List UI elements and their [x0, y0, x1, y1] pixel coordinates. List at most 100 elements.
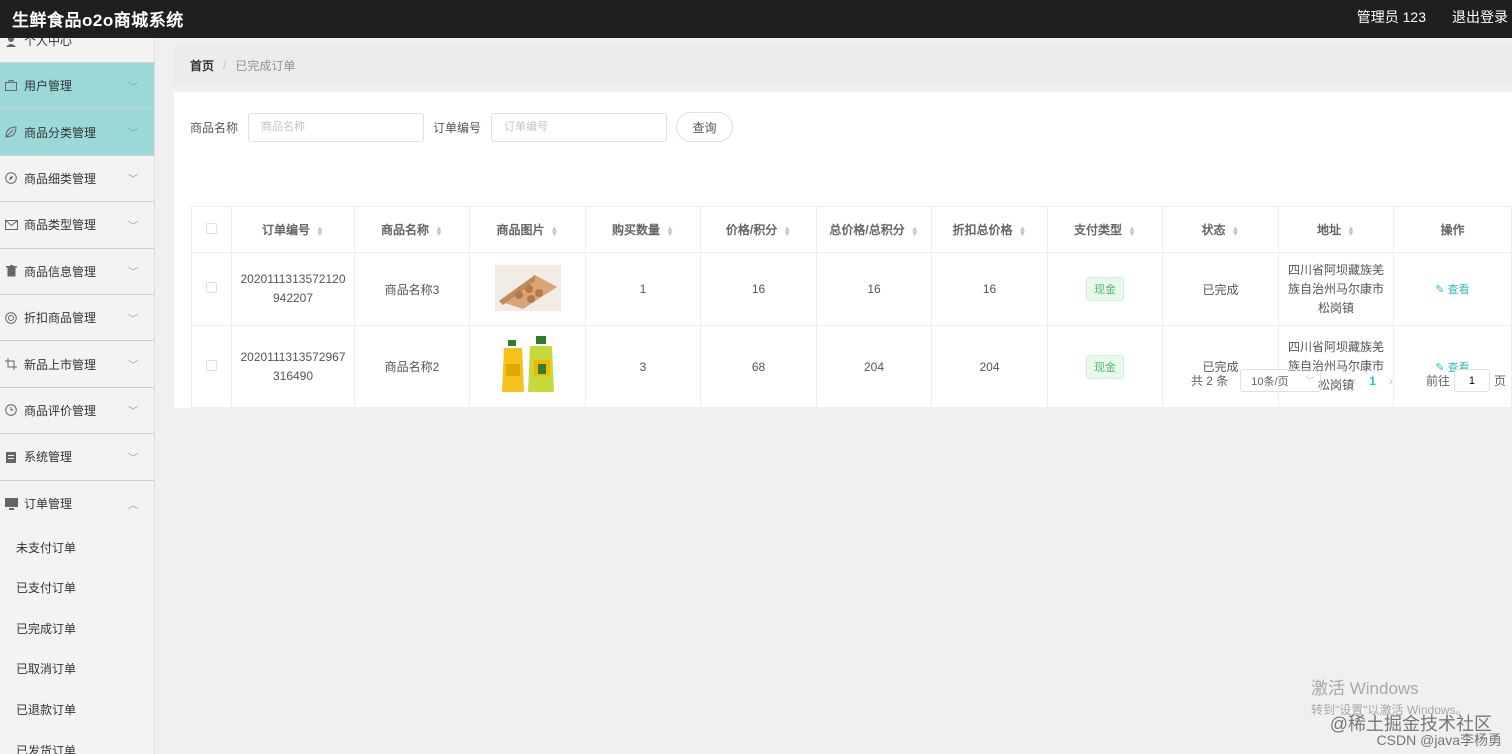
sidebar-item-category[interactable]: 商品分类管理 ﹀	[0, 109, 154, 156]
order-no-input[interactable]	[491, 112, 668, 142]
chevron-down-icon: ﹀	[128, 453, 138, 465]
page-suffix: 页	[1493, 374, 1506, 388]
select-all-cell	[191, 206, 232, 253]
crop-icon	[4, 357, 18, 371]
column-header[interactable]: 价格/积分 ▲ ▼	[700, 206, 817, 253]
egg-tray-image[interactable]	[494, 264, 561, 314]
sidebar-subitem-completed[interactable]: 已完成订单	[0, 608, 154, 649]
sidebar: 个人中心 用户管理 ﹀ 商品分类管理 ﹀ 商品细类管理 ﹀ 商品类型管理 ﹀ 商…	[0, 38, 155, 754]
logout-button[interactable]: 退出登录	[1452, 7, 1508, 27]
chevron-down-icon: ﹀	[128, 406, 138, 418]
sidebar-item-orders[interactable]: 订单管理 ︿	[0, 481, 154, 527]
breadcrumb-separator: /	[223, 58, 227, 72]
next-page-button[interactable]: ›	[1389, 374, 1393, 388]
goto-page-input[interactable]	[1453, 369, 1490, 392]
page-number[interactable]: 1	[1369, 374, 1376, 388]
target-icon	[4, 311, 18, 325]
page-size-select[interactable]: 10条/页 ﹀	[1240, 369, 1322, 392]
sidebar-item-reviews[interactable]: 商品评价管理 ﹀	[0, 388, 154, 435]
table-header-row: 订单编号 ▲ ▼ 商品名称 ▲ ▼ 商品图片 ▲ ▼ 购买数量 ▲ ▼ 价格/积分 ▲ ▼ 总价格/…	[191, 206, 1512, 253]
discount-total-cell: 16	[931, 252, 1048, 326]
chevron-down-icon: ﹀	[1305, 376, 1315, 386]
sidebar-item-label: 商品评价管理	[24, 403, 97, 418]
breadcrumb-current: 已完成订单	[235, 58, 296, 73]
cooking-oil-image[interactable]	[497, 334, 558, 399]
sort-icon: ▲ ▼	[316, 223, 324, 238]
column-header[interactable]: 订单编号 ▲ ▼	[231, 206, 355, 253]
address-cell: 四川省阿坝藏族羌族自治州马尔康市松岗镇	[1287, 262, 1384, 315]
column-header[interactable]: 折扣总价格 ▲ ▼	[931, 206, 1048, 253]
clipboard-icon	[4, 450, 18, 464]
edit-icon: ✎	[1435, 284, 1445, 296]
sidebar-item-new-arrivals[interactable]: 新品上市管理 ﹀	[0, 341, 154, 388]
column-header[interactable]: 状态 ▲ ▼	[1162, 206, 1279, 253]
order-no-cell: 2020111313572967316490	[240, 349, 346, 383]
sort-icon: ▲ ▼	[910, 223, 919, 238]
author-credit: CSDN @java李杨勇	[1376, 732, 1502, 748]
sidebar-subitem-shipped[interactable]: 已发货订单	[0, 730, 154, 754]
column-header: 操作	[1393, 206, 1512, 253]
sort-icon: ▲ ▼	[550, 223, 559, 238]
sidebar-subitem-paid[interactable]: 已支付订单	[0, 568, 154, 609]
search-form: 商品名称 订单编号 查询	[190, 112, 734, 142]
product-name-cell: 商品名称2	[354, 325, 470, 408]
chevron-down-icon: ﹀	[128, 128, 138, 140]
pay-type-cell: 现金	[1047, 252, 1163, 326]
sidebar-subitem-refunded[interactable]: 已退款订单	[0, 689, 154, 730]
compass-icon	[4, 171, 18, 185]
row-checkbox[interactable]	[206, 282, 217, 293]
breadcrumb: 首页 / 已完成订单	[174, 44, 1512, 86]
action-cell: ✎ 查看	[1393, 325, 1512, 408]
goto-label: 前往	[1425, 374, 1450, 388]
top-bar: 生鲜食品o2o商城系统 管理员 123 退出登录	[0, 0, 1512, 38]
discount-total-cell: 204	[931, 325, 1048, 408]
sidebar-item-subcategory[interactable]: 商品细类管理 ﹀	[0, 156, 154, 203]
column-header[interactable]: 总价格/总积分 ▲ ▼	[816, 206, 932, 253]
prev-page-button[interactable]: ‹	[1352, 374, 1356, 388]
leaf-icon	[4, 125, 18, 139]
quantity-cell: 3	[585, 325, 701, 408]
sort-icon: ▲ ▼	[1128, 223, 1136, 238]
column-header[interactable]: 地址 ▲ ▼	[1278, 206, 1394, 253]
sidebar-subitem-unpaid[interactable]: 未支付订单	[0, 527, 154, 568]
sidebar-item-label: 商品分类管理	[24, 125, 97, 140]
sidebar-item-label: 个人中心	[24, 38, 73, 48]
row-checkbox[interactable]	[206, 359, 217, 371]
sidebar-item-profile[interactable]: 个人中心	[0, 38, 154, 63]
sidebar-item-users[interactable]: 用户管理 ﹀	[0, 63, 154, 110]
table-row: 2020111313572120942207 商品名称3 1 16 16 16 …	[191, 252, 1512, 326]
view-button[interactable]: ✎ 查看	[1435, 284, 1469, 296]
activate-title: 激活 Windows	[1311, 679, 1419, 698]
chevron-down-icon: ﹀	[128, 221, 138, 233]
column-header[interactable]: 购买数量 ▲ ▼	[585, 206, 701, 253]
sidebar-subitem-cancelled[interactable]: 已取消订单	[0, 649, 154, 690]
current-user: 管理员 123	[1356, 9, 1426, 25]
orders-panel: 商品名称 订单编号 查询 订单编号▲▼ 商品名称▲▼ 商品图片▲▼ 购买数量▲▼…	[174, 92, 1512, 408]
pay-type-badge: 现金	[1086, 277, 1124, 301]
column-header[interactable]: 支付类型 ▲ ▼	[1047, 206, 1163, 253]
sort-icon: ▲ ▼	[1347, 223, 1355, 238]
column-header[interactable]: 商品图片 ▲ ▼	[469, 206, 586, 253]
action-cell: ✎ 查看	[1393, 252, 1512, 326]
column-header[interactable]: 商品名称 ▲ ▼	[354, 206, 470, 253]
sidebar-item-label: 商品信息管理	[24, 264, 97, 279]
mail-icon	[4, 218, 18, 232]
main-content: 首页 / 已完成订单 商品名称 订单编号 查询 订单编号▲▼ 商品名称▲▼ 商品…	[174, 44, 1512, 408]
product-name-input[interactable]	[248, 112, 425, 142]
sidebar-item-product-info[interactable]: 商品信息管理 ﹀	[0, 249, 154, 295]
sort-icon: ▲ ▼	[1018, 223, 1027, 238]
sidebar-item-label: 新品上市管理	[24, 357, 97, 372]
sidebar-item-system[interactable]: 系统管理 ﹀	[0, 434, 154, 481]
sidebar-item-type[interactable]: 商品类型管理 ﹀	[0, 202, 154, 249]
monitor-icon	[4, 497, 18, 511]
chevron-down-icon: ﹀	[128, 267, 138, 279]
sort-icon: ▲ ▼	[1231, 223, 1240, 238]
table-row: 2020111313572967316490 商品名称2 3 68 204 20…	[191, 325, 1512, 408]
select-all-checkbox[interactable]	[206, 222, 217, 234]
person-icon	[4, 38, 18, 48]
pay-type-cell: 现金	[1047, 325, 1163, 408]
sidebar-item-discount[interactable]: 折扣商品管理 ﹀	[0, 295, 154, 342]
sort-icon: ▲ ▼	[435, 223, 443, 238]
search-button[interactable]: 查询	[676, 112, 734, 142]
breadcrumb-home[interactable]: 首页	[190, 57, 214, 74]
